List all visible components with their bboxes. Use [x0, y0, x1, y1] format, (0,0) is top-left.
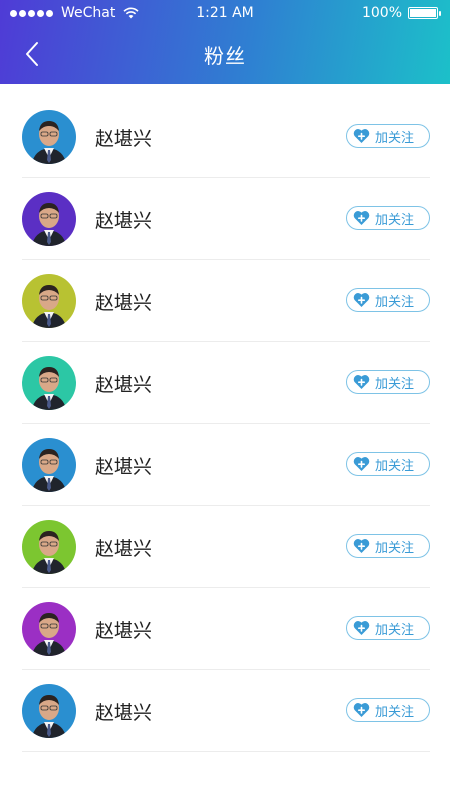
follower-name: 赵堪兴: [95, 374, 153, 396]
heart-plus-icon: [353, 539, 370, 553]
list-item[interactable]: 赵堪兴 加关注: [22, 670, 430, 752]
status-battery: 100%: [361, 5, 441, 21]
follow-button-label: 加关注: [375, 540, 415, 556]
follower-name: 赵堪兴: [95, 620, 153, 642]
list-item[interactable]: 赵堪兴 加关注: [22, 260, 430, 342]
heart-plus-icon: [353, 457, 370, 471]
follow-button-label: 加关注: [375, 376, 415, 392]
heart-plus-icon: [353, 293, 370, 307]
avatar[interactable]: [22, 602, 76, 656]
follow-button-label: 加关注: [375, 458, 415, 474]
list-item[interactable]: 赵堪兴 加关注: [22, 178, 430, 260]
follow-button-label: 加关注: [375, 294, 415, 310]
heart-plus-icon: [353, 621, 370, 635]
avatar[interactable]: [22, 438, 76, 492]
follower-name: 赵堪兴: [95, 210, 153, 232]
list-item[interactable]: 赵堪兴 加关注: [22, 424, 430, 506]
follow-button[interactable]: 加关注: [346, 616, 430, 640]
follower-name: 赵堪兴: [95, 128, 153, 150]
heart-plus-icon: [353, 129, 370, 143]
avatar[interactable]: [22, 110, 76, 164]
list-item[interactable]: 赵堪兴 加关注: [22, 342, 430, 424]
header: WeChat 1:21 AM 100% 粉丝: [0, 0, 450, 84]
follow-button[interactable]: 加关注: [346, 452, 430, 476]
follow-button[interactable]: 加关注: [346, 534, 430, 558]
battery-label: 100%: [361, 5, 402, 21]
status-bar: WeChat 1:21 AM 100%: [0, 0, 450, 28]
avatar[interactable]: [22, 274, 76, 328]
list-item[interactable]: 赵堪兴 加关注: [22, 506, 430, 588]
follow-button[interactable]: 加关注: [346, 206, 430, 230]
avatar[interactable]: [22, 520, 76, 574]
follower-name: 赵堪兴: [95, 292, 153, 314]
follow-button-label: 加关注: [375, 212, 415, 228]
follower-name: 赵堪兴: [95, 538, 153, 560]
list-item[interactable]: 赵堪兴 加关注: [22, 588, 430, 670]
follow-button[interactable]: 加关注: [346, 288, 430, 312]
heart-plus-icon: [353, 703, 370, 717]
follow-button-label: 加关注: [375, 130, 415, 146]
heart-plus-icon: [353, 375, 370, 389]
battery-icon: [408, 7, 441, 19]
page-title: 粉丝: [204, 44, 246, 68]
follow-button-label: 加关注: [375, 704, 415, 720]
follow-button[interactable]: 加关注: [346, 698, 430, 722]
follower-name: 赵堪兴: [95, 456, 153, 478]
follower-list: 赵堪兴 加关注 赵堪兴 加关注 赵堪兴 加关注 赵堪兴 加关注 赵堪兴 加关注 赵堪兴 加关注 赵堪兴加…: [0, 96, 450, 752]
follower-name: 赵堪兴: [95, 702, 153, 724]
avatar[interactable]: [22, 356, 76, 410]
follow-button[interactable]: 加关注: [346, 124, 430, 148]
heart-plus-icon: [353, 211, 370, 225]
avatar[interactable]: [22, 684, 76, 738]
avatar[interactable]: [22, 192, 76, 246]
list-item[interactable]: 赵堪兴 加关注: [22, 96, 430, 178]
follow-button-label: 加关注: [375, 622, 415, 638]
follow-button[interactable]: 加关注: [346, 370, 430, 394]
